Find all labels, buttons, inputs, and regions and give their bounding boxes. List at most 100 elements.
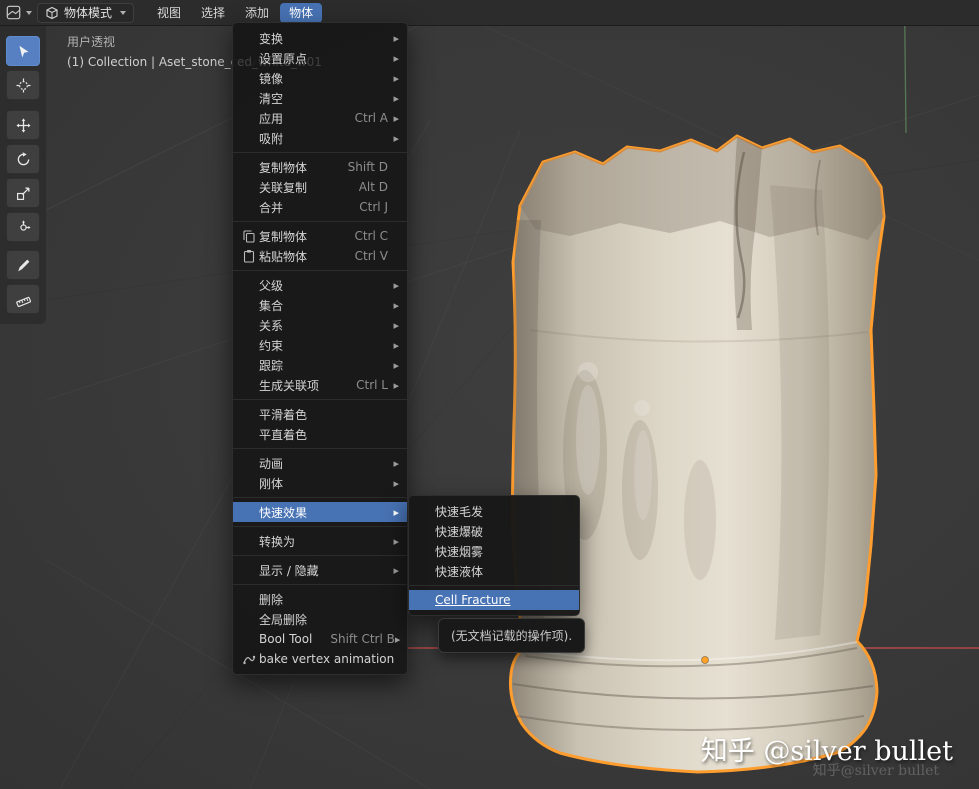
submenu-arrow-icon: ▸ — [393, 131, 399, 145]
menu-item-label: 清空 — [259, 91, 284, 106]
menu-item-make-links[interactable]: 生成关联项 Ctrl L ▸ — [233, 375, 407, 395]
submenu-arrow-icon: ▸ — [393, 338, 399, 352]
chevron-down-icon — [120, 10, 127, 15]
submenu-arrow-icon: ▸ — [393, 358, 399, 372]
tool-select-box-button[interactable] — [6, 36, 40, 66]
menu-item-delete-global[interactable]: 全局删除 — [233, 609, 407, 629]
menu-item-label: 镜像 — [259, 71, 284, 86]
menu-item-shade-flat[interactable]: 平直着色 — [233, 424, 407, 444]
submenu-arrow-icon: ▸ — [393, 31, 399, 45]
menu-item-mirror[interactable]: 镜像 ▸ — [233, 68, 407, 88]
menu-item-animation[interactable]: 动画 ▸ — [233, 453, 407, 473]
menu-item-label: 平直着色 — [259, 427, 308, 442]
menu-item-label: 变换 — [259, 31, 284, 46]
tool-measure-button[interactable] — [6, 284, 40, 314]
menu-item-duplicate-linked[interactable]: 关联复制 Alt D — [233, 177, 407, 197]
menu-item-convert-to[interactable]: 转换为 ▸ — [233, 531, 407, 551]
object-menu: 变换 ▸ 设置原点 ▸ 镜像 ▸ 清空 ▸ 应用 Ctrl A ▸ 吸附 ▸ 复制物体 Shift D 关联复… — [232, 22, 408, 675]
submenu-arrow-icon: ▸ — [393, 476, 399, 490]
menubar-item-view[interactable]: 视图 — [148, 3, 190, 23]
menu-separator — [409, 585, 579, 586]
menu-item-track[interactable]: 跟踪 ▸ — [233, 355, 407, 375]
menu-item-shortcut: Ctrl C — [354, 229, 388, 243]
menu-item-parent[interactable]: 父级 ▸ — [233, 275, 407, 295]
menu-item-duplicate-objects[interactable]: 复制物体 Shift D — [233, 157, 407, 177]
menu-item-paste-objects[interactable]: 粘贴物体 Ctrl V — [233, 246, 407, 266]
tool-rotate-button[interactable] — [6, 144, 40, 174]
menu-item-quick-explode[interactable]: 快速爆破 — [409, 521, 579, 541]
menu-separator — [233, 555, 407, 556]
menu-item-apply[interactable]: 应用 Ctrl A ▸ — [233, 108, 407, 128]
tool-scale-button[interactable] — [6, 178, 40, 208]
scale-icon — [16, 186, 31, 201]
menu-item-bool-tool[interactable]: Bool Tool Shift Ctrl B ▸ — [233, 629, 407, 649]
editor-type-button[interactable] — [4, 3, 34, 22]
measure-icon — [15, 292, 31, 307]
menubar-item-add[interactable]: 添加 — [236, 3, 278, 23]
stone-column-object[interactable] — [0, 0, 979, 789]
menu-item-quick-fur[interactable]: 快速毛发 — [409, 501, 579, 521]
menu-separator — [233, 152, 407, 153]
tooltip-text: (无文档记载的操作项). — [451, 629, 573, 643]
menu-item-join[interactable]: 合并 Ctrl J — [233, 197, 407, 217]
menu-item-label: 快速爆破 — [435, 524, 484, 539]
menu-item-collection[interactable]: 集合 ▸ — [233, 295, 407, 315]
menu-item-label: 关联复制 — [259, 180, 308, 195]
menu-separator — [233, 448, 407, 449]
menu-item-constraints[interactable]: 约束 ▸ — [233, 335, 407, 355]
submenu-arrow-icon: ▸ — [394, 632, 401, 646]
menu-item-quick-effects[interactable]: 快速效果 ▸ — [233, 502, 407, 522]
submenu-arrow-icon: ▸ — [393, 563, 399, 577]
menu-item-cell-fracture[interactable]: Cell Fracture — [409, 590, 579, 610]
menu-item-bake-vertex-animation[interactable]: bake vertex animation — [233, 649, 407, 669]
menu-item-shortcut: Ctrl L — [356, 378, 388, 392]
menu-item-shortcut: Shift Ctrl B — [330, 632, 395, 646]
menu-item-snap[interactable]: 吸附 ▸ — [233, 128, 407, 148]
menu-item-shortcut: Shift D — [347, 160, 388, 174]
submenu-arrow-icon: ▸ — [393, 278, 399, 292]
menu-item-relations[interactable]: 关系 ▸ — [233, 315, 407, 335]
menu-item-label: 跟踪 — [259, 358, 284, 373]
menu-item-shortcut: Alt D — [358, 180, 388, 194]
menu-item-delete[interactable]: 删除 — [233, 589, 407, 609]
object-mode-icon — [45, 6, 59, 20]
move-icon — [15, 117, 31, 133]
tool-transform-button[interactable] — [6, 212, 40, 242]
bake-icon — [239, 652, 259, 666]
menu-item-copy-objects[interactable]: 复制物体 Ctrl C — [233, 226, 407, 246]
menu-item-label: 应用 — [259, 111, 284, 126]
menu-item-rigid-body[interactable]: 刚体 ▸ — [233, 473, 407, 493]
tool-cursor-button[interactable] — [6, 70, 40, 100]
menu-separator — [233, 584, 407, 585]
menu-separator — [233, 497, 407, 498]
menu-item-quick-liquid[interactable]: 快速液体 — [409, 561, 579, 581]
menu-item-label: 合并 — [259, 200, 284, 215]
menu-item-show-hide[interactable]: 显示 / 隐藏 ▸ — [233, 560, 407, 580]
menu-item-quick-smoke[interactable]: 快速烟雾 — [409, 541, 579, 561]
menu-item-label: 动画 — [259, 456, 284, 471]
tool-annotate-button[interactable] — [6, 250, 40, 280]
menu-separator — [233, 270, 407, 271]
menu-item-label: 快速液体 — [435, 564, 484, 579]
menu-item-clear[interactable]: 清空 ▸ — [233, 88, 407, 108]
menu-item-label: Cell Fracture — [435, 593, 511, 607]
submenu-arrow-icon: ▸ — [393, 91, 399, 105]
menubar-item-select[interactable]: 选择 — [192, 3, 234, 23]
mode-dropdown-label: 物体模式 — [64, 6, 113, 20]
menu-item-set-origin[interactable]: 设置原点 ▸ — [233, 48, 407, 68]
submenu-arrow-icon: ▸ — [393, 298, 399, 312]
menu-item-transform[interactable]: 变换 ▸ — [233, 28, 407, 48]
submenu-arrow-icon: ▸ — [393, 318, 399, 332]
menu-item-shade-smooth[interactable]: 平滑着色 — [233, 404, 407, 424]
operator-tooltip: (无文档记载的操作项). — [438, 618, 586, 653]
menu-item-label: 刚体 — [259, 476, 284, 491]
menu-item-label: 平滑着色 — [259, 407, 308, 422]
menu-item-label: 生成关联项 — [259, 378, 320, 393]
mode-dropdown[interactable]: 物体模式 — [37, 2, 135, 23]
menubar-item-object[interactable]: 物体 — [280, 2, 323, 23]
menu-item-label: 父级 — [259, 278, 284, 293]
tool-move-button[interactable] — [6, 110, 40, 140]
menu-item-shortcut: Ctrl V — [354, 249, 388, 263]
menu-item-label: 设置原点 — [259, 51, 308, 66]
submenu-arrow-icon: ▸ — [393, 71, 399, 85]
